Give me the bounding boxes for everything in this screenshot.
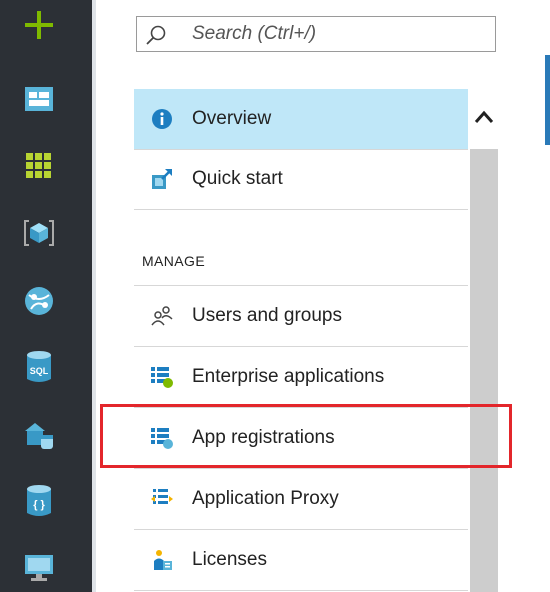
menu-item-enterprise-applications[interactable]: Enterprise applications [134, 347, 468, 408]
svg-text:SQL: SQL [30, 366, 49, 376]
left-nav-bar: SQL { } [0, 0, 92, 592]
scroll-up-button[interactable] [470, 89, 498, 149]
svg-text:{ }: { } [33, 499, 45, 511]
scrollbar-track[interactable] [470, 89, 498, 592]
menu-item-application-proxy[interactable]: Application Proxy [134, 469, 468, 530]
right-panel-accent [545, 55, 550, 145]
menu-item-quick-start[interactable]: Quick start [134, 149, 468, 210]
resource-menu-panel: Overview Quick start MANAGE Users and gr… [96, 0, 550, 592]
sql-data-warehouses-icon[interactable] [22, 418, 56, 452]
menu-item-label: Quick start [192, 168, 283, 189]
dashboard-icon[interactable] [22, 82, 56, 116]
cosmos-db-icon[interactable]: { } [22, 484, 56, 518]
resource-groups-icon[interactable] [22, 216, 56, 250]
app-registrations-icon [150, 426, 174, 450]
search-icon [145, 24, 167, 46]
users-icon [150, 304, 174, 328]
all-resources-icon[interactable] [22, 149, 56, 183]
menu-item-users-and-groups[interactable]: Users and groups [134, 286, 468, 347]
chevron-up-icon [474, 110, 494, 129]
app-services-icon[interactable] [22, 284, 56, 318]
menu-item-label: Licenses [192, 549, 267, 570]
menu-item-label: Enterprise applications [192, 366, 385, 387]
menu-item-label: App registrations [192, 427, 335, 448]
search-input[interactable] [192, 21, 482, 47]
menu-item-app-registrations[interactable]: App registrations [134, 408, 468, 469]
sql-databases-icon[interactable]: SQL [22, 350, 56, 384]
menu-item-licenses[interactable]: Licenses [134, 530, 468, 591]
plus-icon[interactable] [22, 8, 56, 42]
section-header-manage: MANAGE [142, 253, 206, 269]
application-proxy-icon [150, 487, 174, 511]
menu-item-label: Application Proxy [192, 488, 339, 509]
virtual-machines-icon[interactable] [22, 551, 56, 585]
quick-start-icon [150, 167, 174, 191]
menu-item-label: Overview [192, 108, 272, 129]
menu-item-label: Users and groups [192, 305, 342, 326]
info-icon [150, 107, 174, 131]
menu-item-overview[interactable]: Overview [134, 89, 468, 150]
search-box[interactable] [136, 16, 496, 52]
enterprise-apps-icon [150, 365, 174, 389]
licenses-icon [150, 548, 174, 572]
